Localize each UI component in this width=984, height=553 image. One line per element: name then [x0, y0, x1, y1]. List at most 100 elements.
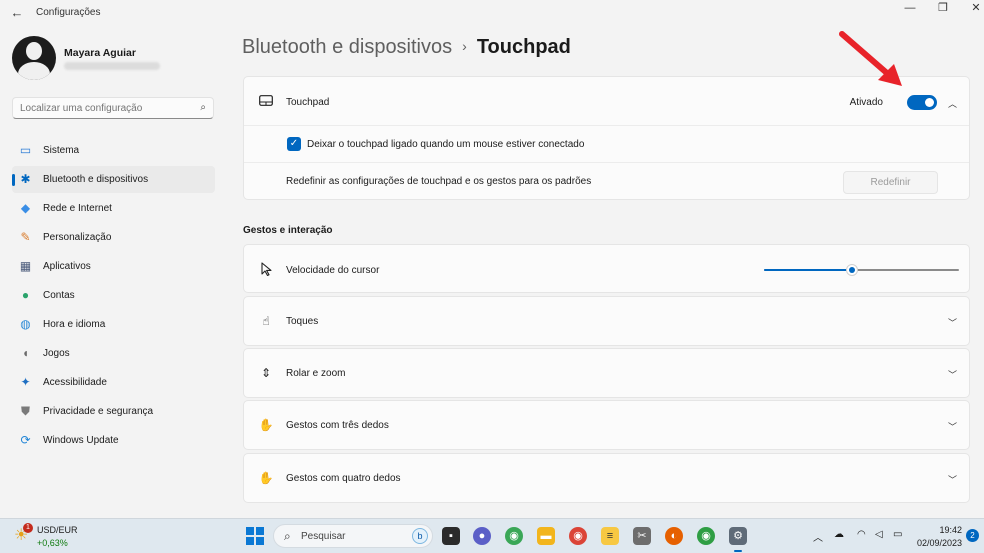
firefox-icon[interactable]: ◐	[665, 527, 683, 545]
sidebar-item-9[interactable]: ✦ Acessibilidade	[12, 369, 215, 396]
taskbar-search-placeholder: Pesquisar	[301, 531, 346, 542]
cursor-speed-slider[interactable]	[764, 264, 959, 276]
sidebar-item-3[interactable]: ◆ Rede e Internet	[12, 195, 215, 222]
volume-icon[interactable]: ◁	[875, 529, 883, 540]
sidebar-item-label: Windows Update	[43, 435, 119, 446]
sidebar-item-label: Bluetooth e dispositivos	[43, 174, 149, 185]
widget-badge: 1	[23, 523, 33, 533]
four-finger-icon: ✋	[258, 471, 274, 485]
sidebar-item-label: Jogos	[43, 348, 70, 359]
reset-description: Redefinir as configurações de touchpad e…	[286, 176, 592, 187]
page-title: Touchpad	[476, 36, 571, 58]
gamepad-icon: ◖	[21, 346, 30, 360]
close-icon[interactable]: ✕	[961, 0, 984, 20]
toggle-status-text: Ativado	[849, 97, 883, 108]
chevron-up-tray-icon[interactable]: ︿	[813, 529, 823, 544]
breadcrumb: Bluetooth e dispositivos › Touchpad	[242, 36, 571, 59]
back-arrow-icon[interactable]: ←	[8, 4, 26, 22]
file-explorer-icon[interactable]: ▬	[537, 527, 555, 545]
teams-chat-icon[interactable]: ●	[473, 527, 491, 545]
user-profile[interactable]: Mayara Aguiar	[12, 36, 160, 80]
chevron-down-icon[interactable]: ﹀	[948, 316, 957, 329]
settings-gear-icon[interactable]: ⚙	[729, 527, 747, 552]
sidebar-item-11[interactable]: ⟳ Windows Update	[12, 427, 215, 454]
keep-touchpad-label[interactable]: Deixar o touchpad ligado quando um mouse…	[307, 139, 584, 150]
clock-date[interactable]: 02/09/2023	[910, 538, 962, 548]
task-view-icon[interactable]: ▪	[442, 527, 460, 545]
bing-icon[interactable]: b	[412, 528, 428, 544]
chevron-down-icon[interactable]: ﹀	[948, 368, 957, 381]
weather-widget[interactable]: ☀ 1	[12, 523, 36, 548]
onedrive-icon[interactable]: ☁	[834, 529, 844, 540]
sidebar-item-1[interactable]: ▭ Sistema	[12, 137, 215, 164]
gesture-label: Gestos com três dedos	[286, 420, 389, 431]
notification-badge[interactable]: 2	[966, 529, 979, 542]
sidebar-item-label: Contas	[43, 290, 75, 301]
snipping-tool-icon[interactable]: ✂	[633, 527, 651, 545]
windows-start-icon[interactable]	[246, 527, 264, 545]
gesture-label: Gestos com quatro dedos	[286, 473, 401, 484]
gesture-card-1[interactable]: ☝ Toques ﹀	[243, 296, 970, 346]
cursor-speed-label: Velocidade do cursor	[286, 265, 380, 276]
sidebar-item-label: Personalização	[43, 232, 112, 243]
touchpad-toggle[interactable]	[907, 95, 937, 110]
section-title-gestures: Gestos e interação	[243, 225, 333, 236]
chrome-alt-icon[interactable]: ◉	[697, 527, 715, 545]
minimize-icon[interactable]: —	[895, 0, 925, 20]
notepad-icon[interactable]: ≡	[601, 527, 619, 545]
touchpad-label: Touchpad	[286, 97, 330, 108]
toggle-knob	[925, 98, 934, 107]
sidebar-item-label: Acessibilidade	[43, 377, 107, 388]
chrome-icon[interactable]: ◉	[569, 527, 587, 545]
sidebar-item-label: Aplicativos	[43, 261, 91, 272]
taskbar: ☀ 1 USD/EUR +0,63% ⌕ Pesquisar b ▪ ● ◉ ▬…	[0, 518, 984, 553]
search-icon: ⌕	[284, 529, 291, 543]
breadcrumb-parent[interactable]: Bluetooth e dispositivos	[242, 36, 452, 58]
avatar	[12, 36, 56, 80]
touchpad-icon	[258, 95, 274, 109]
gesture-card-3[interactable]: ✋ Gestos com três dedos ﹀	[243, 400, 970, 450]
battery-icon[interactable]: ▭	[893, 529, 902, 540]
monitor-icon: ▭	[19, 143, 32, 157]
gesture-label: Toques	[286, 316, 319, 327]
taskbar-search[interactable]: ⌕ Pesquisar b	[273, 524, 433, 548]
gesture-label: Rolar e zoom	[286, 368, 346, 379]
search-input[interactable]	[20, 101, 190, 115]
chevron-down-icon[interactable]: ﹀	[948, 473, 957, 486]
slider-thumb[interactable]	[845, 264, 858, 276]
clock-time[interactable]: 19:42	[918, 525, 962, 535]
sidebar-item-7[interactable]: ◍ Hora e idioma	[12, 311, 215, 338]
sidebar-item-5[interactable]: ▦ Aplicativos	[12, 253, 215, 280]
accessibility-icon: ✦	[20, 375, 31, 389]
sidebar-item-label: Hora e idioma	[43, 319, 106, 330]
wifi-tray-icon[interactable]: ◠	[857, 529, 866, 540]
chrome-profile-icon[interactable]: ◉	[505, 527, 523, 545]
three-finger-icon: ✋	[258, 418, 274, 432]
ticker-change: +0,63%	[37, 538, 68, 548]
reset-button[interactable]: Redefinir	[843, 171, 938, 194]
sidebar-item-label: Privacidade e segurança	[43, 406, 154, 417]
sidebar-item-8[interactable]: ◖ Jogos	[12, 340, 215, 367]
chevron-up-icon[interactable]: ︿	[948, 97, 957, 110]
sidebar-item-2[interactable]: ✱ Bluetooth e dispositivos	[12, 166, 215, 193]
brush-icon: ✎	[20, 230, 31, 244]
cursor-speed-card: Velocidade do cursor	[243, 244, 970, 293]
keep-touchpad-checkbox[interactable]: ✓	[287, 137, 301, 151]
bluetooth-icon: ✱	[20, 172, 31, 186]
sidebar-nav: ▭ Sistema ✱ Bluetooth e dispositivos ◆ Rede e…	[12, 137, 215, 456]
sidebar-item-6[interactable]: ● Contas	[12, 282, 215, 309]
search-icon[interactable]: ⌕	[200, 102, 206, 113]
keep-touchpad-row: ✓ Deixar o touchpad ligado quando um mou…	[244, 126, 969, 163]
settings-search-box[interactable]: ⌕	[12, 97, 214, 119]
gesture-card-4[interactable]: ✋ Gestos com quatro dedos ﹀	[243, 453, 970, 503]
sidebar-item-label: Rede e Internet	[43, 203, 112, 214]
profile-name: Mayara Aguiar	[64, 47, 136, 59]
sidebar-item-10[interactable]: ⛊ Privacidade e segurança	[12, 398, 215, 425]
chevron-down-icon[interactable]: ﹀	[948, 420, 957, 433]
gesture-card-2[interactable]: ⇕ Rolar e zoom ﹀	[243, 348, 970, 398]
maximize-icon[interactable]: ❐	[928, 0, 958, 20]
scroll-zoom-icon: ⇕	[260, 366, 272, 380]
reset-row: Redefinir as configurações de touchpad e…	[244, 163, 969, 200]
sidebar-item-4[interactable]: ✎ Personalização	[12, 224, 215, 251]
ticker-symbol[interactable]: USD/EUR	[37, 525, 78, 535]
